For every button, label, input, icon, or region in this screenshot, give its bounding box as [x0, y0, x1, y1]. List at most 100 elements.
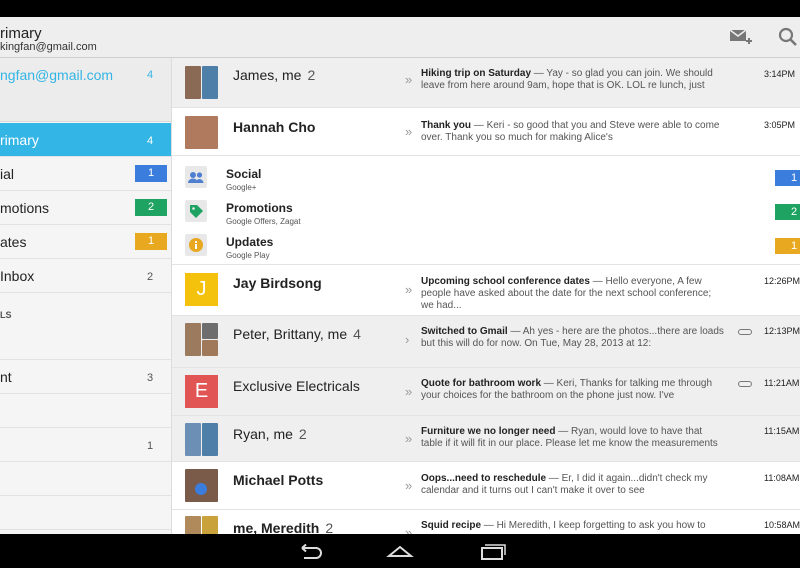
- drawer-item-updates[interactable]: ates 1: [0, 225, 171, 259]
- back-icon[interactable]: [294, 544, 324, 560]
- drawer-account-row[interactable]: ngfan@gmail.com 4: [0, 58, 171, 122]
- conversation-row[interactable]: Ryan, me 2 » Furniture we no longer need …: [172, 416, 800, 462]
- avatar: [185, 423, 218, 456]
- category-badge: 1: [775, 238, 800, 254]
- conversation-row[interactable]: J Jay Birdsong » Upcoming school confere…: [172, 264, 800, 316]
- chevron-icon: »: [405, 124, 413, 139]
- avatar: [185, 469, 218, 502]
- drawer-item-promotions[interactable]: motions 2: [0, 191, 171, 225]
- avatar: [185, 516, 218, 534]
- navigation-drawer: ngfan@gmail.com 4 rimary 4 ial 1 motions…: [0, 58, 172, 534]
- drawer-item-primary[interactable]: rimary 4: [0, 123, 171, 157]
- conversation-sender: Hannah Cho: [233, 119, 316, 135]
- category-row-social[interactable]: Social Google+ 1: [172, 159, 800, 193]
- drawer-item-badge: 1: [135, 233, 167, 250]
- account-name: kingfan@gmail.com: [0, 41, 97, 53]
- conversation-snippet: Quote for bathroom work — Keri, Thanks f…: [421, 378, 713, 401]
- drawer-item[interactable]: nt 3: [0, 360, 171, 394]
- conversation-time: 11:21AM: [764, 378, 800, 388]
- attachment-icon: [738, 381, 752, 387]
- drawer-item-count: 1: [147, 440, 154, 452]
- status-bar: [0, 0, 800, 17]
- conversation-time: 11:15AM: [764, 426, 800, 436]
- conversation-time: 3:05PM: [764, 120, 796, 130]
- drawer-item-label: ial: [0, 166, 15, 182]
- system-navigation-bar: [0, 534, 800, 568]
- drawer-account-count: 4: [147, 69, 154, 81]
- category-sub: Google+: [226, 183, 257, 192]
- conversation-sender: Peter, Brittany, me 4: [233, 326, 361, 342]
- chevron-icon: »: [405, 525, 413, 534]
- home-icon[interactable]: [385, 544, 415, 560]
- category-badge: 1: [775, 170, 800, 186]
- drawer-item[interactable]: 1: [0, 428, 171, 462]
- conversation-row[interactable]: James, me 2 » Hiking trip on Saturday — Y…: [172, 58, 800, 108]
- drawer-item-social[interactable]: ial 1: [0, 157, 171, 191]
- action-bar: rimary kingfan@gmail.com: [0, 17, 800, 58]
- category-sub: Google Play: [226, 251, 270, 260]
- chevron-icon: »: [405, 478, 413, 493]
- drawer-item-label: motions: [0, 200, 50, 216]
- info-icon: [185, 234, 207, 256]
- chevron-icon: »: [405, 72, 413, 87]
- avatar: [185, 323, 218, 356]
- conversation-time: 3:14PM: [764, 69, 796, 79]
- conversation-snippet: Hiking trip on Saturday — Yay - so glad …: [421, 68, 713, 91]
- conversation-row[interactable]: me, Meredith 2 » Squid recipe — Hi Meredi…: [172, 510, 800, 534]
- people-icon: [185, 166, 207, 188]
- conversation-sender: Exclusive Electricals: [233, 378, 360, 394]
- category-badge: 2: [775, 204, 800, 220]
- avatar: J: [185, 273, 218, 306]
- compose-icon[interactable]: [728, 26, 752, 48]
- conversation-snippet: Oops...need to reschedule — Er, I did it…: [421, 473, 708, 496]
- conversation-sender: Jay Birdsong: [233, 275, 322, 291]
- conversation-row[interactable]: Hannah Cho » Thank you — Keri - so good …: [172, 108, 800, 156]
- avatar: E: [185, 375, 218, 408]
- attachment-icon: [738, 329, 752, 335]
- conversation-sender: me, Meredith 2: [233, 520, 334, 534]
- drawer-item[interactable]: [0, 394, 171, 428]
- category-row-promotions[interactable]: Promotions Google Offers, Zagat 2: [172, 193, 800, 227]
- conversation-list: James, me 2 » Hiking trip on Saturday — Y…: [172, 58, 800, 534]
- conversation-snippet: Thank you — Keri - so good that you and …: [421, 120, 720, 143]
- conversation-snippet: Switched to Gmail — Ah yes - here are th…: [421, 326, 724, 349]
- recents-icon[interactable]: [477, 544, 507, 560]
- search-icon[interactable]: [776, 26, 800, 48]
- category-sub: Google Offers, Zagat: [226, 217, 301, 226]
- category-name: Updates: [226, 235, 274, 249]
- drawer-item-count: 4: [147, 135, 154, 147]
- drawer-item-badge: 2: [135, 199, 167, 216]
- drawer-item-label: rimary: [0, 132, 39, 148]
- drawer-item-label: Inbox: [0, 268, 35, 284]
- category-name: Social: [226, 167, 262, 181]
- tag-icon: [185, 200, 207, 222]
- category-row-updates[interactable]: Updates Google Play 1: [172, 227, 800, 261]
- chevron-icon: »: [405, 282, 413, 297]
- conversation-sender: Ryan, me 2: [233, 426, 307, 442]
- drawer-item-badge: 1: [135, 165, 167, 182]
- conversation-sender: Michael Potts: [233, 472, 324, 488]
- chevron-icon: »: [405, 384, 413, 399]
- conversation-snippet: Furniture we no longer need — Ryan, woul…: [421, 426, 718, 449]
- drawer-item-inbox[interactable]: Inbox 2: [0, 259, 171, 293]
- drawer-account-email: ngfan@gmail.com: [0, 67, 114, 83]
- avatar: [185, 66, 218, 99]
- conversation-snippet: Upcoming school conference dates — Hello…: [421, 276, 712, 311]
- chevron-icon: »: [405, 431, 413, 446]
- conversation-snippet: Squid recipe — Hi Meredith, I keep forge…: [421, 520, 706, 531]
- drawer-item[interactable]: [0, 496, 171, 530]
- chevron-icon: ›: [405, 332, 410, 347]
- drawer-item[interactable]: [0, 462, 171, 496]
- drawer-item-label: nt: [0, 369, 12, 385]
- conversation-row[interactable]: E Exclusive Electricals » Quote for bath…: [172, 368, 800, 416]
- conversation-time: 10:58AM: [764, 520, 800, 530]
- conversation-time: 12:26PM: [764, 276, 800, 286]
- conversation-row[interactable]: Michael Potts » Oops...need to reschedul…: [172, 462, 800, 510]
- conversation-sender: James, me 2: [233, 67, 316, 83]
- drawer-section-header: LS: [0, 310, 12, 320]
- avatar: [185, 116, 218, 149]
- drawer-item[interactable]: [0, 326, 171, 360]
- conversation-row[interactable]: Peter, Brittany, me 4 › Switched to Gmail…: [172, 316, 800, 368]
- conversation-time: 12:13PM: [764, 326, 800, 336]
- page-title: rimary: [0, 25, 42, 42]
